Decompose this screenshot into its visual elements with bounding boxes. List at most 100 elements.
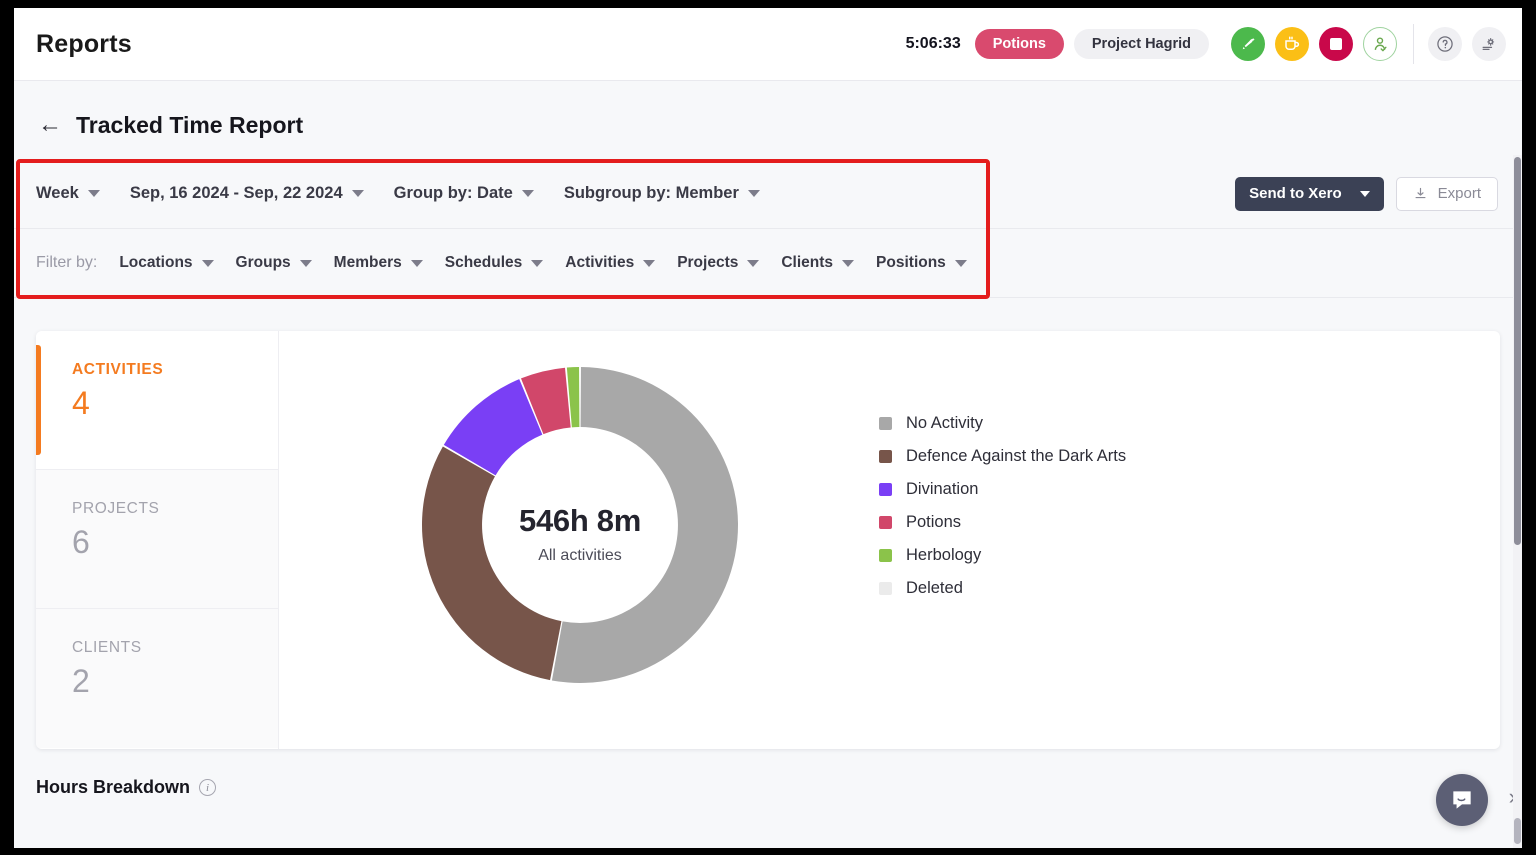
- chevron-down-icon: [747, 259, 760, 267]
- legend-item[interactable]: Deleted: [879, 572, 1126, 605]
- filter-positions-label: Positions: [876, 254, 946, 271]
- download-icon: [1415, 187, 1426, 199]
- legend-swatch-icon: [879, 516, 892, 529]
- scrollbar-thumb[interactable]: [1514, 157, 1521, 545]
- filter-activities-label: Activities: [565, 254, 635, 271]
- hours-breakdown-title: Hours Breakdown: [36, 777, 191, 797]
- settings-button[interactable]: [1472, 27, 1506, 61]
- running-timer: 5:06:33: [905, 35, 961, 52]
- legend-item[interactable]: Potions: [879, 506, 1126, 539]
- stat-label: PROJECTS: [72, 500, 160, 517]
- chevron-down-icon: [1359, 190, 1370, 197]
- filter-row-secondary: Filter by: Locations Groups Members Sche…: [14, 229, 1522, 298]
- legend-label: Deleted: [906, 579, 963, 597]
- donut-total-value: 546h 8m: [519, 503, 641, 538]
- app-title: Reports: [36, 29, 132, 58]
- filter-locations[interactable]: Locations: [119, 254, 214, 272]
- chart-area: 546h 8m All activities No Activity Defenc…: [279, 331, 1500, 749]
- chat-bubble-icon: [1453, 791, 1471, 809]
- date-range-selector[interactable]: Sep, 16 2024 - Sep, 22 2024: [130, 184, 364, 203]
- subgroup-by-selector[interactable]: Subgroup by: Member: [564, 184, 760, 203]
- help-button[interactable]: [1428, 27, 1462, 61]
- legend-item[interactable]: No Activity: [879, 407, 1126, 440]
- filter-clients-label: Clients: [781, 254, 834, 271]
- send-to-xero-button[interactable]: Send to Xero: [1235, 176, 1384, 211]
- donut-chart[interactable]: 546h 8m All activities: [419, 357, 741, 693]
- stats-panel: ACTIVITIES 4 PROJECTS 6 CLIENTS 2: [36, 331, 279, 749]
- legend-swatch-icon: [879, 582, 892, 595]
- legend-swatch-icon: [879, 417, 892, 430]
- legend-item[interactable]: Herbology: [879, 539, 1126, 572]
- chevron-down-icon: [521, 190, 534, 197]
- filter-clients[interactable]: Clients: [781, 254, 855, 272]
- start-timer-button[interactable]: [1231, 27, 1265, 61]
- donut-center-labels: 546h 8m All activities: [419, 503, 741, 565]
- filter-projects[interactable]: Projects: [677, 254, 760, 272]
- period-selector-label: Week: [36, 184, 79, 202]
- filter-section: Week Sep, 16 2024 - Sep, 22 2024 Group b…: [14, 159, 1522, 299]
- export-label: Export: [1437, 185, 1481, 202]
- top-bar-divider: [1413, 24, 1414, 64]
- break-button[interactable]: [1275, 27, 1309, 61]
- current-activity-pill[interactable]: Potions: [974, 29, 1064, 59]
- filter-by-label: Filter by:: [36, 254, 98, 271]
- legend-label: Potions: [906, 513, 962, 531]
- chevron-down-icon: [954, 259, 967, 267]
- donut-center-caption: All activities: [538, 547, 622, 564]
- filter-groups[interactable]: Groups: [236, 254, 312, 272]
- stat-value: 4: [72, 385, 90, 421]
- period-selector[interactable]: Week: [36, 184, 100, 203]
- legend-swatch-icon: [879, 483, 892, 496]
- info-circle-icon[interactable]: i: [199, 779, 217, 796]
- coffee-cup-icon: [1285, 36, 1300, 50]
- filter-groups-label: Groups: [235, 254, 291, 271]
- legend-label: Defence Against the Dark Arts: [906, 447, 1127, 465]
- filter-projects-label: Projects: [677, 254, 739, 271]
- page-header: ← Tracked Time Report: [14, 81, 1522, 139]
- report-actions: Send to Xero Export: [1235, 176, 1498, 211]
- group-by-label: Group by: Date: [393, 184, 513, 202]
- top-bar-right-cluster: 5:06:33 Potions Project Hagrid: [906, 24, 1506, 64]
- chevron-down-icon: [842, 259, 855, 267]
- rocket-icon: [1242, 38, 1255, 50]
- summary-card: ACTIVITIES 4 PROJECTS 6 CLIENTS 2 546h 8…: [36, 331, 1500, 749]
- group-by-selector[interactable]: Group by: Date: [394, 184, 534, 203]
- stat-tab-clients[interactable]: CLIENTS 2: [36, 609, 278, 748]
- page-title: Tracked Time Report: [76, 112, 304, 138]
- chat-launcher-button[interactable]: [1436, 774, 1488, 826]
- stop-timer-button[interactable]: [1319, 27, 1353, 61]
- chart-legend: No Activity Defence Against the Dark Arts…: [879, 407, 1126, 605]
- chevron-down-icon: [351, 190, 364, 197]
- legend-label: Herbology: [906, 546, 982, 564]
- stat-tab-projects[interactable]: PROJECTS 6: [36, 470, 278, 609]
- filter-activities[interactable]: Activities: [565, 254, 656, 272]
- date-range-label: Sep, 16 2024 - Sep, 22 2024: [129, 184, 343, 202]
- filter-locations-label: Locations: [119, 254, 193, 271]
- stop-square-icon: [1330, 38, 1342, 50]
- legend-swatch-icon: [879, 549, 892, 562]
- scrollbar-thumb-secondary[interactable]: [1514, 818, 1521, 844]
- help-circle-icon: [1437, 36, 1453, 52]
- chevron-down-icon: [643, 259, 656, 267]
- chevron-down-icon: [299, 259, 312, 267]
- filter-row-primary: Week Sep, 16 2024 - Sep, 22 2024 Group b…: [14, 159, 1522, 229]
- export-button[interactable]: Export: [1395, 176, 1498, 211]
- user-check-button[interactable]: [1363, 27, 1397, 61]
- filter-positions[interactable]: Positions: [876, 254, 967, 272]
- hours-breakdown-header: Hours Breakdown i: [36, 777, 1522, 798]
- send-to-xero-label: Send to Xero: [1249, 185, 1342, 202]
- app-window: Reports 5:06:33 Potions Project Hagrid ←…: [14, 8, 1522, 848]
- legend-label: No Activity: [906, 414, 984, 432]
- back-arrow-icon[interactable]: ←: [38, 112, 62, 137]
- filter-schedules[interactable]: Schedules: [445, 254, 544, 272]
- stat-value: 6: [72, 524, 90, 560]
- legend-swatch-icon: [879, 450, 892, 463]
- filter-schedules-label: Schedules: [444, 254, 523, 271]
- legend-item[interactable]: Divination: [879, 473, 1126, 506]
- stat-tab-activities[interactable]: ACTIVITIES 4: [36, 331, 278, 470]
- filter-members-label: Members: [333, 254, 402, 271]
- legend-item[interactable]: Defence Against the Dark Arts: [879, 440, 1126, 473]
- filter-members[interactable]: Members: [334, 254, 423, 272]
- chevron-down-icon: [531, 259, 544, 267]
- current-project-pill[interactable]: Project Hagrid: [1073, 29, 1209, 59]
